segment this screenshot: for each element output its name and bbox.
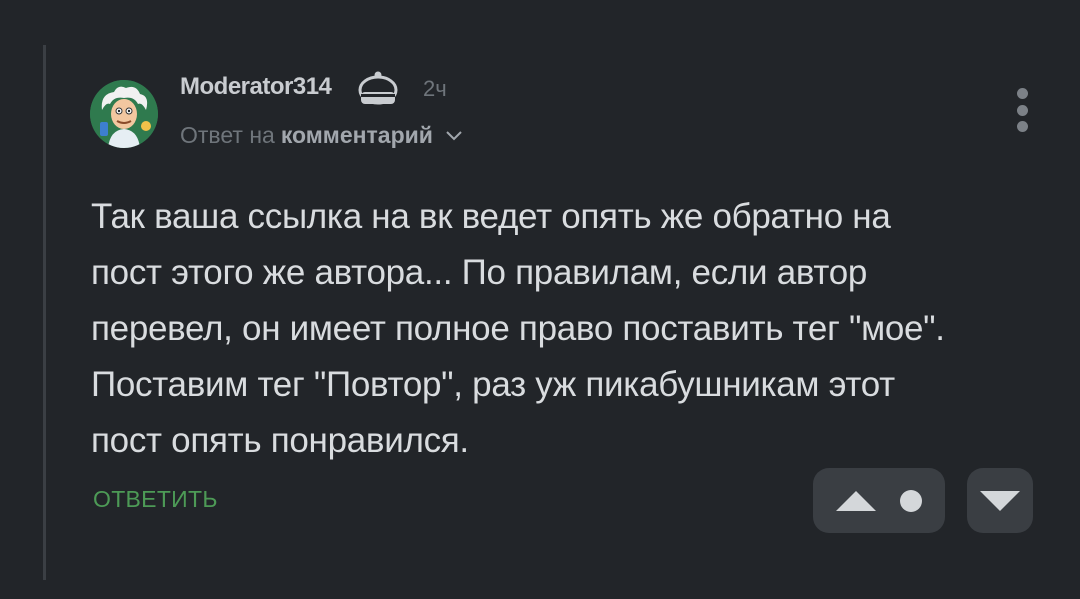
more-vertical-icon[interactable] <box>1010 88 1034 132</box>
moderator-hat-icon <box>358 71 398 105</box>
comment-text: Так ваша ссылка на вк ведет опять же обр… <box>91 189 1051 469</box>
reply-prefix: Ответ на <box>180 122 275 148</box>
comment-line: перевел, он имеет полное право поставить… <box>91 309 945 348</box>
thread-line <box>43 45 46 580</box>
reply-to: Ответ на комментарий <box>180 122 463 149</box>
scientist-avatar-icon <box>90 80 158 148</box>
timestamp: 2ч <box>423 76 447 101</box>
username[interactable]: Moderator314 <box>180 73 332 101</box>
downvote-button[interactable] <box>967 468 1033 533</box>
downvote-triangle-icon <box>980 490 1020 511</box>
rating-hidden-dot-icon <box>900 489 922 512</box>
comment-line: пост опять понравился. <box>91 421 469 460</box>
upvote-triangle-icon <box>836 490 876 511</box>
upvote-button[interactable] <box>813 468 945 533</box>
reply-parent-link[interactable]: комментарий <box>281 122 433 149</box>
user-avatar[interactable] <box>90 80 158 148</box>
comment-line: Поставим тег "Повтор", раз уж пикабушник… <box>91 365 895 404</box>
chevron-down-icon[interactable] <box>445 130 463 142</box>
comment-line: Так ваша ссылка на вк ведет опять же обр… <box>91 197 891 236</box>
comment-line: пост этого же автора... По правилам, есл… <box>91 253 868 292</box>
reply-button[interactable]: ОТВЕТИТЬ <box>93 486 218 513</box>
